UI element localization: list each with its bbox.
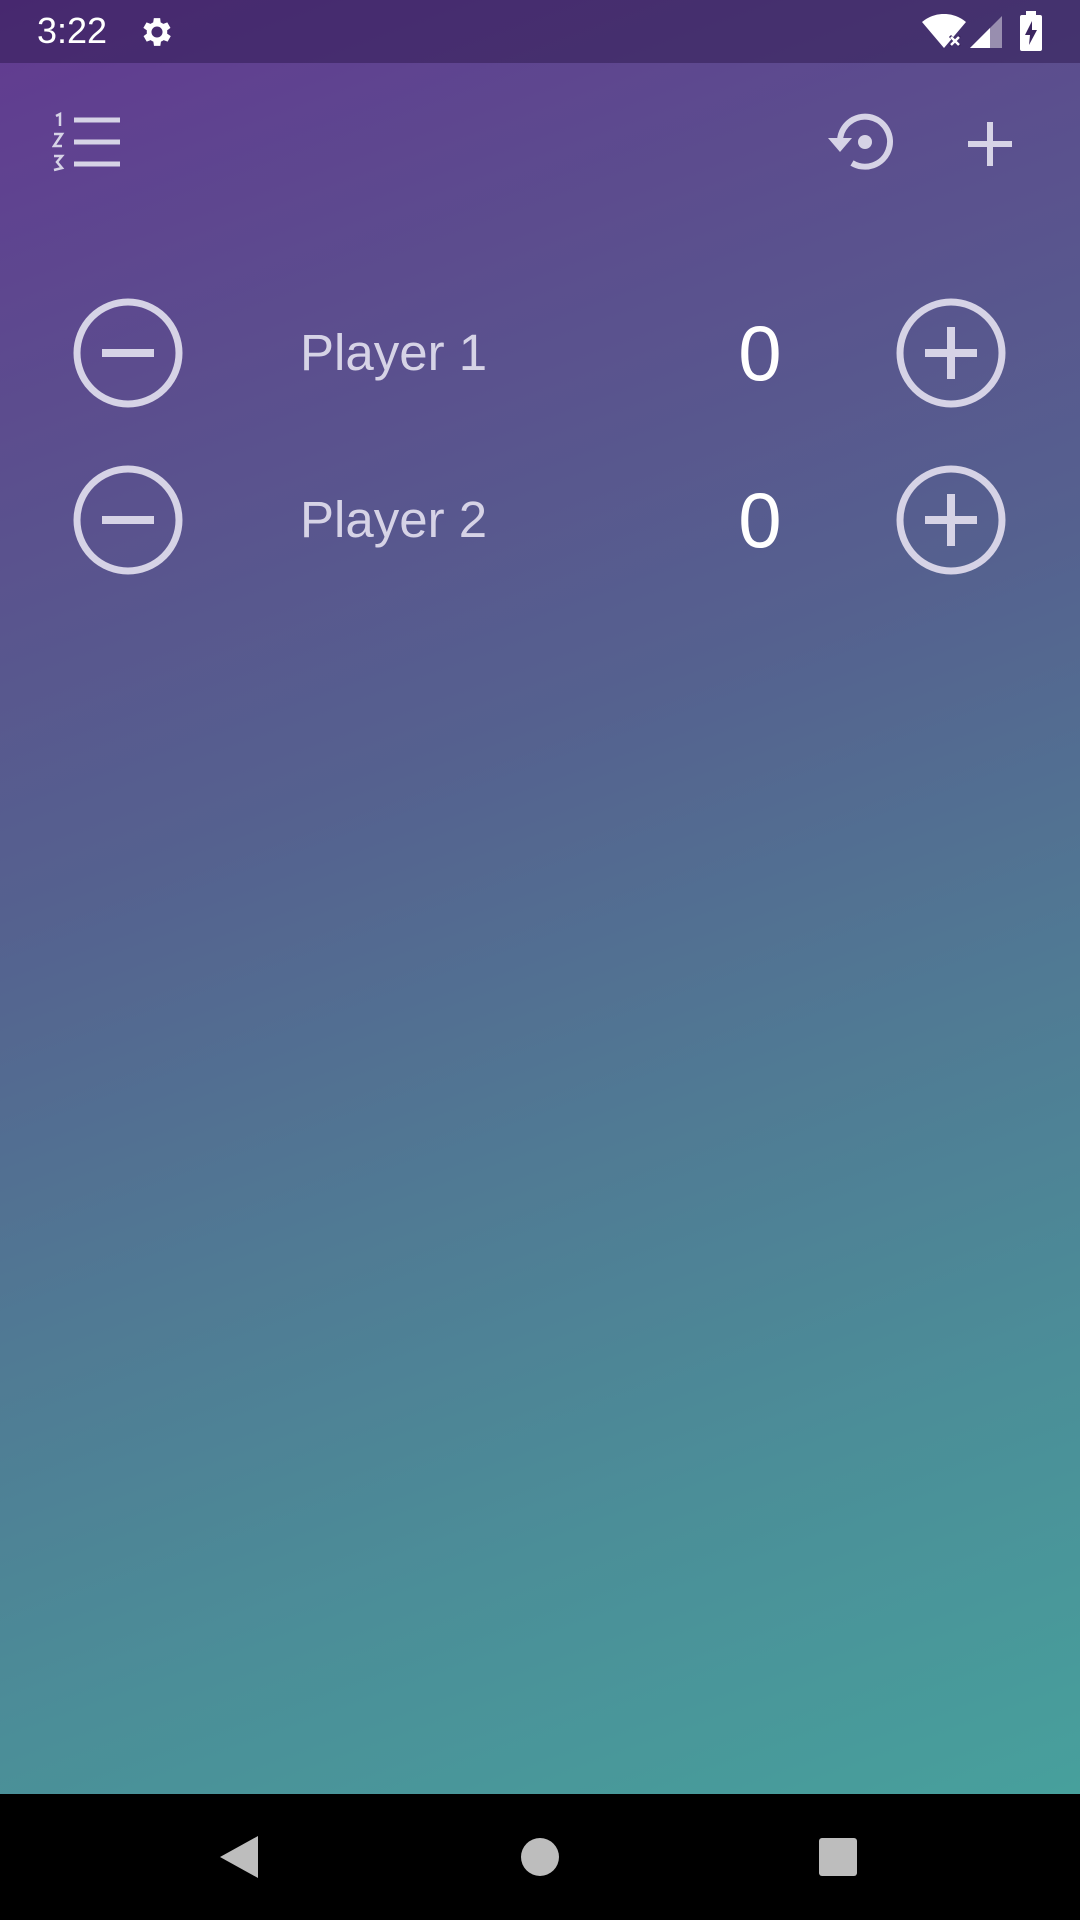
plus-circle-icon (896, 298, 1006, 408)
battery-charging-icon (1020, 11, 1042, 56)
decrement-score-button[interactable] (68, 460, 188, 580)
back-button[interactable] (180, 1794, 300, 1920)
cell-signal-icon (968, 14, 1004, 55)
decrement-score-button[interactable] (68, 293, 188, 413)
increment-score-button[interactable] (891, 293, 1011, 413)
app-screen: 3:22 Player 1 0 Player 2 0 (0, 0, 1080, 1920)
add-player-button[interactable] (962, 116, 1018, 172)
player-name[interactable]: Player 2 (300, 488, 487, 552)
player-row: Player 1 0 (0, 293, 1080, 413)
navigation-bar (0, 1794, 1080, 1920)
gradient-background (0, 0, 1080, 1794)
wifi-no-internet-icon (922, 13, 966, 55)
home-icon (521, 1838, 559, 1876)
back-icon (220, 1836, 258, 1878)
increment-score-button[interactable] (891, 460, 1011, 580)
player-row: Player 2 0 (0, 460, 1080, 580)
scoreboard-list-button[interactable] (51, 111, 124, 172)
status-time: 3:22 (37, 10, 108, 51)
plus-circle-icon (896, 465, 1006, 575)
add-player-icon (968, 122, 1012, 166)
recents-button[interactable] (778, 1794, 898, 1920)
numbered-list-icon (51, 111, 120, 172)
status-bar: 3:22 (0, 0, 1080, 63)
home-button[interactable] (480, 1794, 600, 1920)
reset-scores-icon (828, 113, 893, 170)
player-name[interactable]: Player 1 (300, 321, 487, 385)
recents-icon (819, 1838, 857, 1876)
player-score: 0 (738, 309, 782, 397)
reset-scores-button[interactable] (824, 108, 900, 178)
player-score: 0 (738, 476, 782, 564)
minus-circle-icon (73, 465, 183, 575)
settings-gear-icon (138, 13, 176, 56)
minus-circle-icon (73, 298, 183, 408)
